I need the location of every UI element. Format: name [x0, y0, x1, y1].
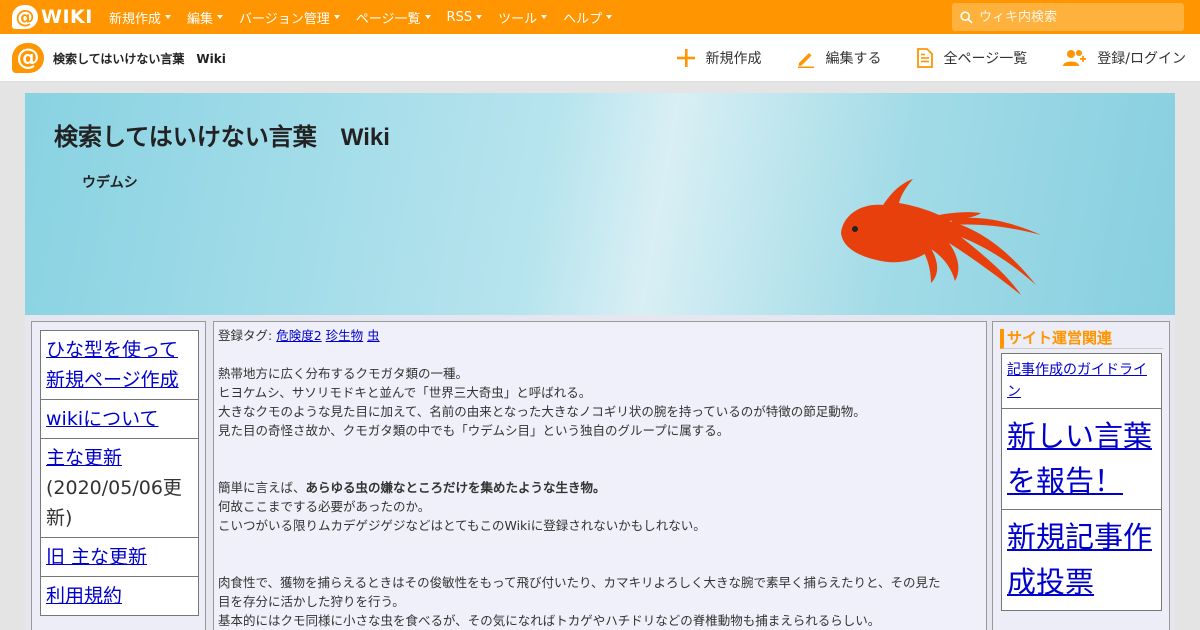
article-text: こいつがいる限りムカデゲジゲジなどはとてもこのWikiに登録されないかもしれない…	[218, 518, 706, 533]
article-text: 何故ここまでする必要があったのか。	[218, 499, 431, 514]
login-button[interactable]: 登録/ログイン	[1061, 48, 1186, 68]
caret-down-icon	[541, 15, 548, 19]
nav-link-updates[interactable]: 主な更新	[46, 447, 122, 469]
article-text: 簡単に言えば、あらゆる虫の嫌なところだけを集めたような生き物。	[218, 478, 982, 497]
menu-new[interactable]: 新規作成	[109, 8, 172, 27]
left-sidebar: ひな型を使って新規ページ作成 wikiについて 主な更新 (2020/05/06更…	[31, 321, 206, 630]
article-text: 見た目の奇怪さ故か、クモガタ類の中でも「ウデムシ目」という独自のグループに属する…	[218, 423, 730, 438]
nav-link-old-updates[interactable]: 旧 主な更新	[46, 546, 147, 568]
left-nav-table: ひな型を使って新規ページ作成 wikiについて 主な更新 (2020/05/06更…	[40, 330, 199, 616]
article-text: 熱帯地方に広く分布するクモガタ類の一種。	[218, 366, 469, 381]
list-item: 利用規約	[40, 576, 199, 616]
vote-link[interactable]: 新規記事作成投票	[1007, 520, 1152, 599]
list-item: 旧 主な更新	[40, 537, 199, 577]
update-date-note: (2020/05/06更新)	[46, 477, 182, 529]
at-logo-icon: @	[12, 5, 38, 29]
menu-edit[interactable]: 編集	[187, 8, 224, 27]
nav-link-terms[interactable]: 利用規約	[46, 585, 122, 607]
nav-link-about[interactable]: wikiについて	[46, 408, 159, 430]
menu-label: RSS	[446, 9, 473, 25]
menu-label: ツール	[498, 11, 538, 27]
guideline-link[interactable]: 記事作成のガイドライン	[1007, 362, 1147, 400]
article-text: 目を存分に活かした狩りを行う。	[218, 594, 405, 609]
caret-down-icon	[217, 15, 224, 19]
article-text: 大きなクモのような見た目に加えて、名前の由来となった大きなノコギリ状の腕を持って…	[218, 404, 866, 419]
goldfish-icon	[841, 179, 1041, 295]
tags-label: 登録タグ:	[218, 328, 273, 343]
users-icon	[1063, 50, 1087, 66]
wiki-search	[952, 3, 1184, 31]
caret-down-icon	[476, 15, 483, 19]
list-item: wikiについて	[40, 399, 199, 439]
menu-pagelist[interactable]: ページ一覧	[356, 8, 431, 27]
site-logo-icon[interactable]: @	[12, 43, 44, 73]
action-label: 登録/ログイン	[1097, 51, 1186, 67]
page-title: ウデムシ	[82, 175, 138, 191]
top-navbar: @ WIKI 新規作成 編集 バージョン管理 ページ一覧 RSS ツール ヘルプ	[0, 0, 1200, 34]
site-title-link[interactable]: 検索してはいけない言葉 Wiki	[53, 50, 226, 67]
menu-tools[interactable]: ツール	[498, 8, 548, 27]
caret-down-icon	[333, 15, 340, 19]
site-actions: 新規作成 編集する 全ページ一覧 登録/ログイン	[642, 34, 1186, 82]
summary-bold: あらゆる虫の嫌なところだけを集めたような生き物。	[305, 480, 606, 495]
new-page-button[interactable]: 新規作成	[676, 48, 762, 68]
action-label: 編集する	[825, 51, 882, 67]
tag-link[interactable]: 虫	[367, 328, 380, 343]
tag-line: 登録タグ: 危険度2 珍生物 虫	[218, 326, 982, 345]
atwiki-logo[interactable]: @ WIKI	[12, 5, 93, 29]
menu-rss[interactable]: RSS	[447, 10, 483, 25]
all-pages-button[interactable]: 全ページ一覧	[916, 48, 1028, 68]
action-label: 新規作成	[705, 51, 762, 67]
sidebar-heading: サイト運営関連	[1000, 329, 1163, 349]
plus-icon	[676, 49, 695, 67]
menu-label: 編集	[187, 11, 214, 27]
caret-down-icon	[165, 15, 172, 19]
menu-version[interactable]: バージョン管理	[239, 8, 340, 27]
list-item: ひな型を使って新規ページ作成	[40, 330, 199, 400]
caret-down-icon	[424, 15, 431, 19]
article-text: ヒヨケムシ、サソリモドキと並んで「世界三大奇虫」と呼ばれる。	[218, 385, 592, 400]
list-item: 新規記事作成投票	[1001, 509, 1162, 611]
list-item: 新しい言葉を報告！	[1001, 408, 1162, 510]
report-word-link[interactable]: 新しい言葉を報告！	[1007, 419, 1152, 498]
article-text: 基本的にはクモ同様に小さな虫を食べるが、その気になればトカゲやハチドリなどの脊椎…	[218, 613, 881, 628]
content-area: ひな型を使って新規ページ作成 wikiについて 主な更新 (2020/05/06更…	[25, 315, 1175, 630]
caret-down-icon	[606, 15, 613, 19]
edit-page-button[interactable]: 編集する	[796, 48, 882, 68]
banner-title[interactable]: 検索してはいけない言葉 Wiki	[54, 117, 390, 152]
pencil-icon	[797, 53, 814, 68]
right-sidebar: サイト運営関連 記事作成のガイドライン 新しい言葉を報告！ 新規記事作成投票	[992, 321, 1170, 630]
menu-label: バージョン管理	[239, 11, 330, 27]
action-label: 全ページ一覧	[943, 51, 1028, 67]
tag-link[interactable]: 珍生物	[326, 328, 364, 343]
menu-help[interactable]: ヘルプ	[563, 8, 613, 27]
header-banner: 検索してはいけない言葉 Wiki ウデムシ	[25, 93, 1175, 315]
search-icon	[960, 10, 973, 24]
tag-link[interactable]: 危険度2	[276, 328, 321, 343]
menu-label: ヘルプ	[563, 11, 603, 27]
document-icon	[916, 48, 933, 68]
menu-label: 新規作成	[109, 11, 162, 27]
article-text: 肉食性で、獲物を捕らえるときはその俊敏性をもって飛び付いたり、カマキリよろしく大…	[218, 575, 941, 590]
nav-link-template[interactable]: ひな型を使って新規ページ作成	[46, 339, 179, 391]
list-item: 主な更新 (2020/05/06更新)	[40, 438, 199, 538]
summary-prefix: 簡単に言えば、	[218, 480, 306, 495]
logo-text: WIKI	[41, 6, 93, 28]
article-body: 登録タグ: 危険度2 珍生物 虫 熱帯地方に広く分布するクモガタ類の一種。 ヒヨ…	[213, 321, 987, 630]
menu-label: ページ一覧	[355, 11, 421, 27]
right-nav-table: 記事作成のガイドライン 新しい言葉を報告！ 新規記事作成投票	[1001, 353, 1162, 611]
top-menu: 新規作成 編集 バージョン管理 ページ一覧 RSS ツール ヘルプ	[109, 0, 628, 34]
search-input[interactable]	[979, 9, 1179, 25]
list-item: 記事作成のガイドライン	[1001, 353, 1162, 409]
site-bar: @ 検索してはいけない言葉 Wiki 新規作成 編集する 全ページ一覧 登録/ロ…	[0, 34, 1200, 82]
